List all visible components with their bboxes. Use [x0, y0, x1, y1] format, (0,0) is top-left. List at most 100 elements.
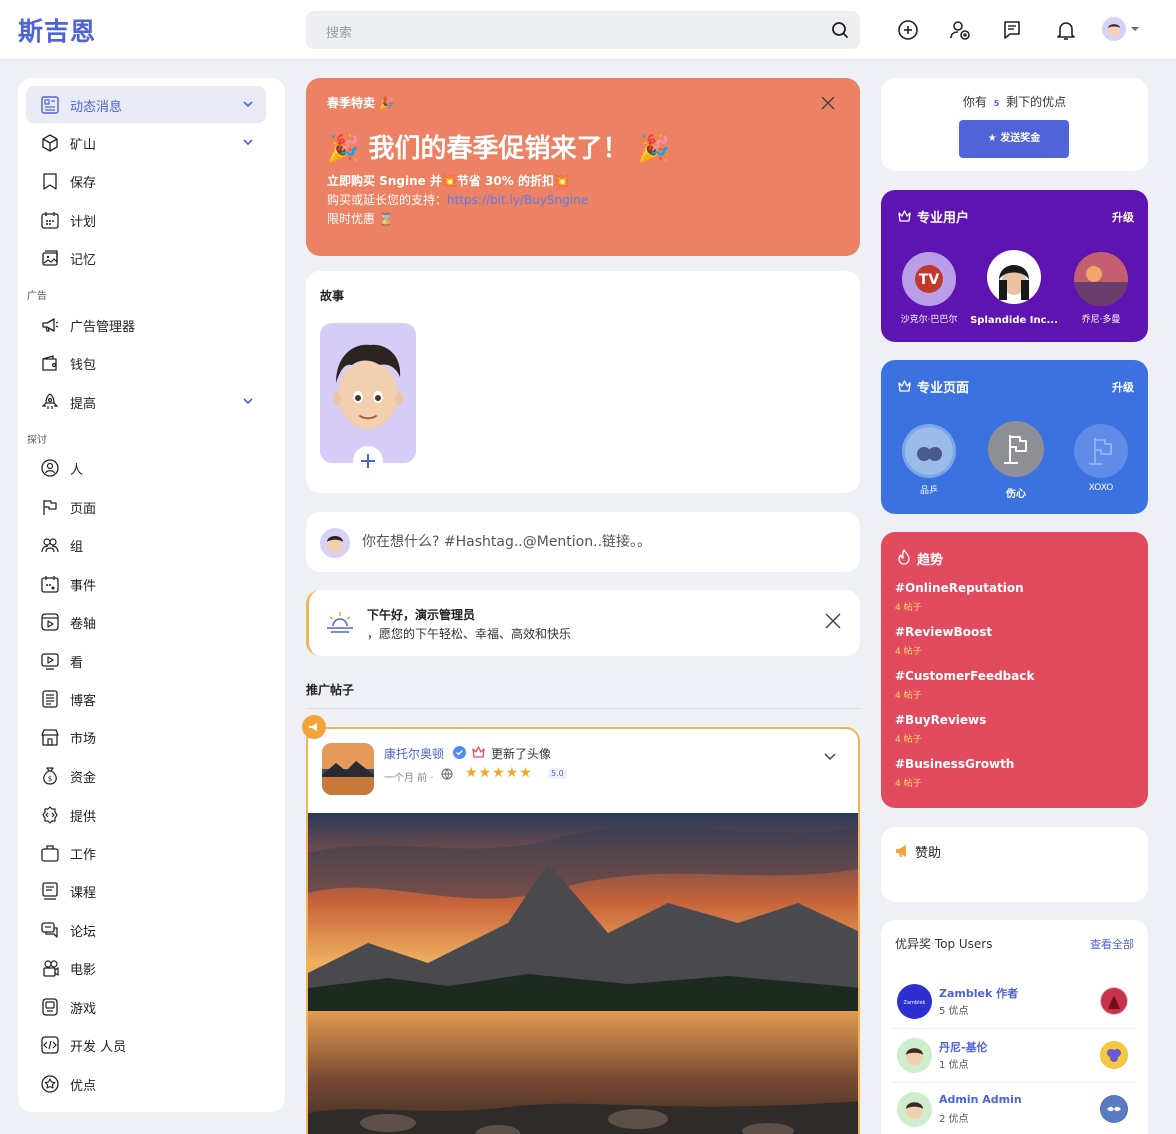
sidebar-item-wallet[interactable]: 钱包	[26, 344, 266, 381]
pro-user-name[interactable]: 沙克尔·巴巴尔	[884, 312, 974, 325]
account-menu-caret-icon[interactable]	[1131, 27, 1139, 31]
pro-page-name[interactable]: XOXO	[1056, 483, 1146, 493]
sidebar-item-label: 课程	[70, 886, 97, 901]
rating-value: 5.0	[548, 768, 567, 779]
sidebar-item-developers[interactable]: 开发 人员	[26, 1026, 266, 1063]
sidebar-item-funding[interactable]: $ 资金	[26, 757, 266, 794]
sidebar-item-boost[interactable]: 提高	[26, 383, 266, 420]
sidebar-item-label: 提供	[70, 810, 97, 825]
post-time[interactable]: 一个月 前 ·	[384, 769, 434, 784]
add-story-button[interactable]	[355, 448, 381, 474]
promo-headline-text: 我们的春季促销来了！	[368, 134, 629, 164]
merits-icon	[41, 1075, 59, 1093]
messages-icon[interactable]	[1001, 18, 1025, 42]
search-placeholder[interactable]: 搜索	[326, 22, 352, 41]
pro-page-avatar[interactable]	[988, 421, 1044, 477]
pro-page-name[interactable]: 伤心	[971, 485, 1061, 500]
memoji-avatar-icon	[333, 344, 403, 429]
search-bar[interactable]: 搜索	[306, 11, 860, 49]
sidebar-item-mines[interactable]: 矿山	[26, 124, 266, 161]
trending-hashtag[interactable]: #BusinessGrowth	[895, 757, 1014, 771]
sidebar-item-market[interactable]: 市场	[26, 718, 266, 755]
close-icon[interactable]	[820, 95, 836, 111]
upgrade-link[interactable]: 升级	[1112, 379, 1134, 395]
notifications-bell-icon[interactable]	[1054, 18, 1078, 42]
sidebar-item-label: 计划	[70, 215, 97, 230]
chevron-down-icon[interactable]	[242, 137, 254, 147]
promo-tag: 春季特卖 🎉	[327, 96, 395, 110]
friend-requests-icon[interactable]	[948, 18, 972, 42]
post-image[interactable]	[308, 813, 860, 1134]
chevron-down-icon[interactable]	[824, 753, 836, 761]
send-bonus-button[interactable]: ★ 发送奖金	[959, 120, 1069, 158]
pro-page-name[interactable]: 品乒	[884, 483, 974, 496]
post-author-name[interactable]: 康托尔奥顿	[384, 745, 444, 762]
pro-page-avatar[interactable]	[902, 424, 956, 478]
post-composer[interactable]: 你在想什么? #Hashtag..@Mention..链接。。	[306, 512, 860, 572]
trending-hashtag[interactable]: #OnlineReputation	[895, 581, 1024, 595]
add-icon[interactable]	[896, 18, 920, 42]
points-summary: 你有 5 剩下的优点	[881, 93, 1148, 110]
offer-icon	[42, 806, 58, 824]
post-author-avatar[interactable]	[322, 743, 374, 795]
trending-hashtag[interactable]: #BuyReviews	[895, 713, 986, 727]
forum-icon	[41, 922, 58, 938]
app-logo[interactable]: 斯吉恩	[18, 12, 96, 48]
sidebar-item-merits[interactable]: 优点	[26, 1065, 266, 1102]
user-avatar[interactable]	[1102, 17, 1126, 41]
top-user-points: 2 优点	[939, 1114, 969, 1125]
pro-page-avatar[interactable]	[1074, 424, 1128, 478]
sidebar-item-games[interactable]: 游戏	[26, 988, 266, 1025]
search-icon[interactable]	[830, 20, 850, 40]
sidebar-item-newsfeed[interactable]: 动态消息	[26, 86, 266, 123]
trending-hashtag[interactable]: #ReviewBoost	[895, 625, 992, 639]
promo-link[interactable]: https://bit.ly/BuySngine	[447, 193, 588, 207]
sidebar-item-forums[interactable]: 论坛	[26, 911, 266, 948]
chevron-down-icon[interactable]	[242, 396, 254, 406]
sidebar-item-label: 市场	[70, 732, 97, 747]
chevron-down-icon[interactable]	[242, 99, 254, 109]
pro-user-avatar[interactable]	[987, 250, 1041, 304]
sidebar-item-watch[interactable]: 看	[26, 642, 266, 679]
top-user-avatar[interactable]: Zamblek	[897, 984, 932, 1019]
sidebar-item-people[interactable]: 人	[26, 449, 266, 486]
greeting-card: 下午好，演示管理员 ，愿您的下午轻松、幸福、高效和快乐	[306, 590, 860, 656]
close-icon[interactable]	[824, 612, 842, 630]
trending-hashtag[interactable]: #CustomerFeedback	[895, 669, 1034, 683]
sidebar-item-reels[interactable]: 卷轴	[26, 603, 266, 640]
pro-user-name[interactable]: 乔尼·多曼	[1056, 312, 1146, 325]
sidebar-item-label: 组	[70, 540, 84, 555]
pro-user-name[interactable]: Splandide Inc...	[969, 315, 1059, 326]
top-user-name[interactable]: Zamblek 作者	[939, 985, 1018, 1001]
top-user-avatar[interactable]	[897, 1038, 932, 1073]
pro-user-avatar[interactable]	[1074, 252, 1128, 306]
promoted-badge-icon	[302, 715, 326, 739]
sidebar-item-label: 论坛	[70, 925, 97, 940]
top-user-row[interactable]: Admin Admin 2 优点	[891, 1083, 1136, 1134]
sidebar-item-label: 开发 人员	[70, 1040, 127, 1055]
sidebar-item-ads-manager[interactable]: 广告管理器	[26, 306, 266, 343]
composer-placeholder[interactable]: 你在想什么? #Hashtag..@Mention..链接。。	[362, 531, 651, 551]
upgrade-link[interactable]: 升级	[1112, 209, 1134, 225]
sidebar-item-blogs[interactable]: 博客	[26, 680, 266, 717]
sidebar-item-memories[interactable]: 记忆	[26, 239, 266, 276]
sidebar-item-events[interactable]: 事件	[26, 565, 266, 602]
sidebar-item-jobs[interactable]: 工作	[26, 834, 266, 871]
sidebar-item-movies[interactable]: 电影	[26, 949, 266, 986]
top-user-name[interactable]: Admin Admin	[939, 1093, 1022, 1106]
sidebar-item-groups[interactable]: 组	[26, 526, 266, 563]
megaphone-icon	[896, 845, 906, 857]
svg-text:TV: TV	[919, 272, 940, 288]
sidebar-item-saved[interactable]: 保存	[26, 162, 266, 199]
top-user-row[interactable]: Zamblek Zamblek 作者 5 优点	[891, 975, 1136, 1028]
top-user-row[interactable]: 丹尼-基伦 1 优点	[891, 1029, 1136, 1082]
my-story-tile[interactable]	[320, 323, 416, 474]
top-user-name[interactable]: 丹尼-基伦	[939, 1039, 988, 1055]
sidebar-item-pages[interactable]: 页面	[26, 488, 266, 525]
sidebar-item-offers[interactable]: 提供	[26, 796, 266, 833]
see-all-link[interactable]: 查看全部	[1090, 936, 1134, 952]
pro-user-avatar[interactable]: TV	[902, 252, 956, 306]
top-user-avatar[interactable]	[897, 1092, 932, 1127]
sidebar-item-courses[interactable]: 课程	[26, 872, 266, 909]
sidebar-item-schedule[interactable]: 计划	[26, 201, 266, 238]
